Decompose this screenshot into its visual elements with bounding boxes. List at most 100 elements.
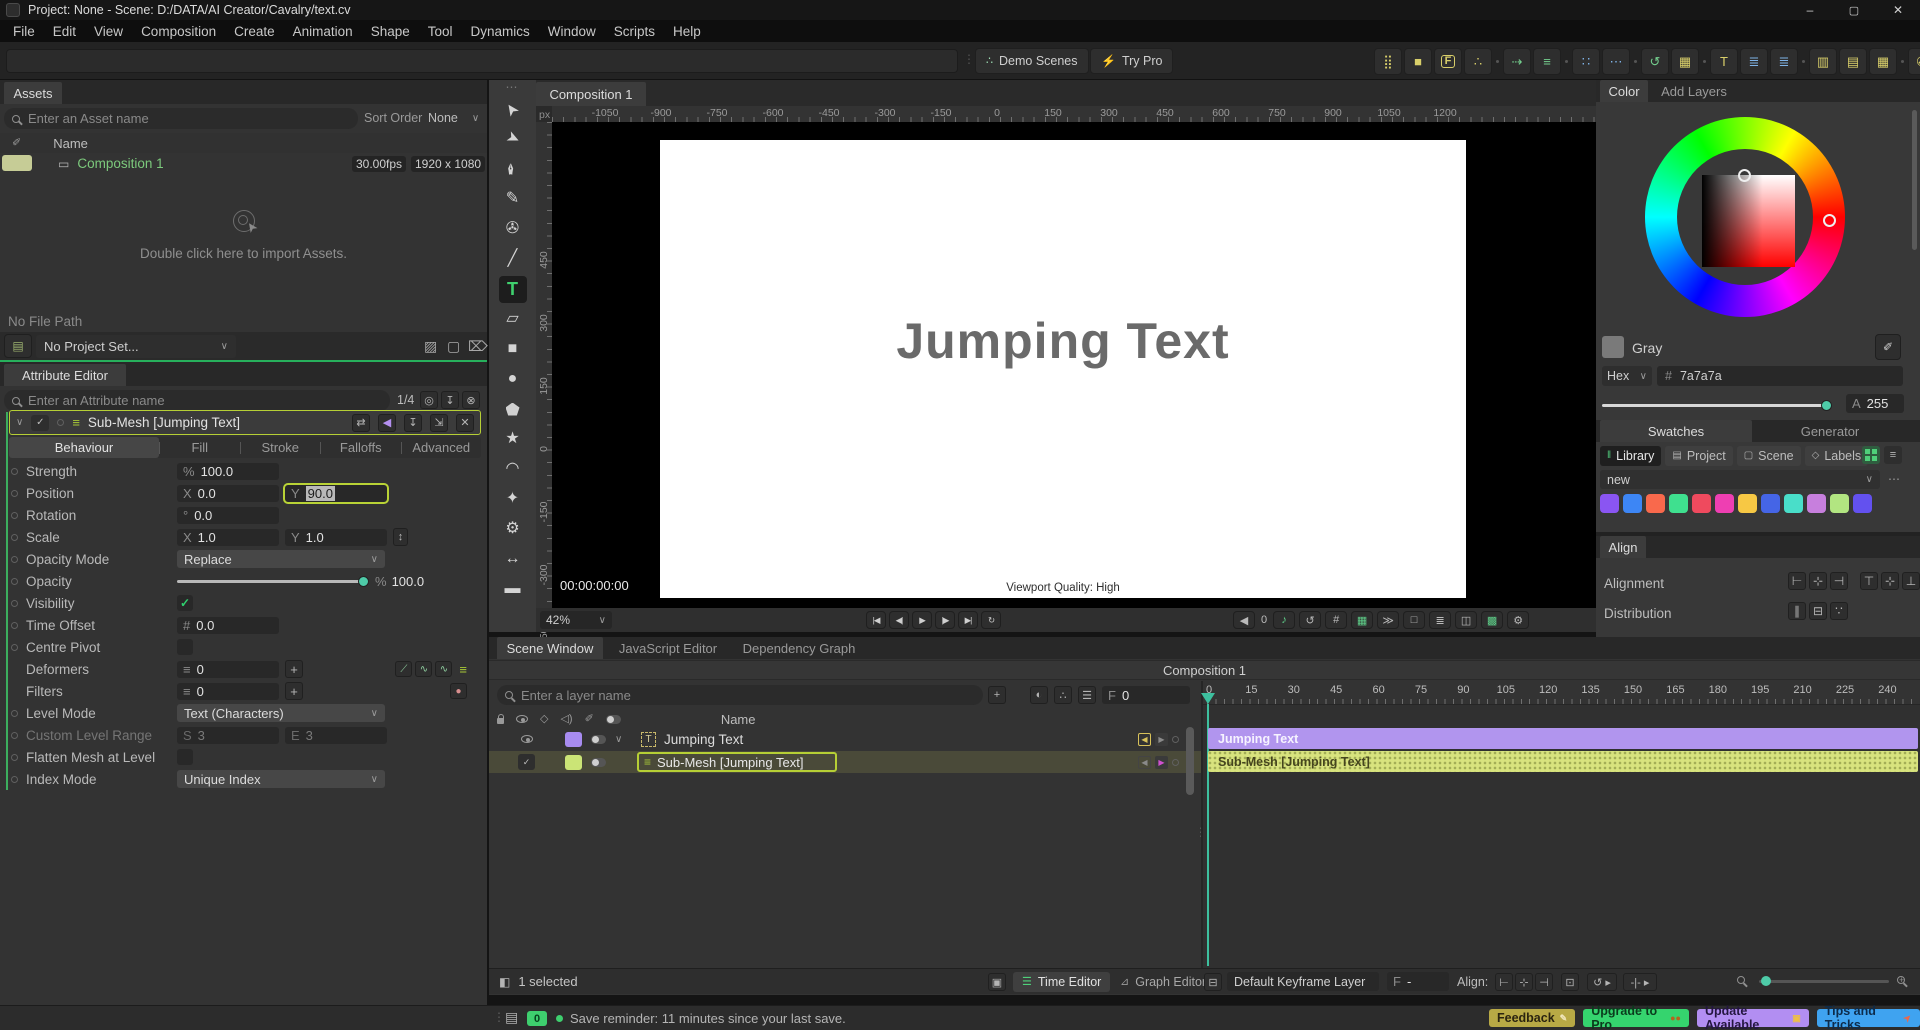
labels-button[interactable]: ◇ Labels (1804, 446, 1869, 466)
canvas-text[interactable]: Jumping Text (660, 312, 1466, 370)
tab-swatches[interactable]: Swatches (1600, 420, 1752, 442)
tab-attribute-editor[interactable]: Attribute Editor (4, 364, 126, 386)
swatch-chip-5[interactable] (1715, 494, 1734, 513)
enabled-check-icon[interactable]: ✓ (31, 414, 50, 431)
sparkle-tool[interactable]: ✦ (489, 484, 536, 514)
keyframe-dot-icon[interactable] (11, 753, 18, 761)
keyframe-dot-icon[interactable] (11, 489, 18, 497)
refresh-icon[interactable]: ↺ (1299, 611, 1322, 629)
step-forward-button[interactable]: |▶ (935, 611, 955, 629)
display-icon[interactable]: ▢ (447, 339, 460, 353)
menu-view[interactable]: View (85, 20, 132, 42)
menu-window[interactable]: Window (539, 20, 605, 42)
value-field[interactable]: X 1.0 (177, 528, 279, 546)
connections-icon[interactable]: ⇄ (352, 413, 370, 432)
hex-value-field[interactable]: # 7a7a7a (1657, 366, 1903, 386)
keyframe-dot-icon[interactable] (11, 643, 18, 651)
project-button[interactable]: ▤ Project (1665, 446, 1733, 466)
skip-end-button[interactable]: ▶| (958, 611, 978, 629)
swatch-chip-7[interactable] (1761, 494, 1780, 513)
alpha-slider-knob[interactable] (1821, 400, 1832, 411)
expand-icon[interactable]: ⇲ (430, 413, 448, 432)
menu-shape[interactable]: Shape (362, 20, 419, 42)
keyframe-dot-icon[interactable] (11, 577, 18, 585)
skip-start-button[interactable]: |◀ (866, 611, 886, 629)
menu-create[interactable]: Create (225, 20, 284, 42)
star-tool[interactable]: ★ (489, 424, 536, 454)
play-button[interactable]: ▶ (912, 611, 932, 629)
keyframe-menu-icon[interactable]: -|- ▸ (1623, 973, 1657, 991)
stagger-icon[interactable]: ≣ (1740, 47, 1768, 75)
direct-select-tool[interactable]: ➤ (489, 124, 536, 154)
swatch-chip-9[interactable] (1807, 494, 1826, 513)
text-tool[interactable]: T (489, 274, 536, 304)
eyedropper-button[interactable]: ✐ (1875, 334, 1901, 360)
snap-center-icon[interactable]: ⊹ (1515, 973, 1533, 991)
timeline-tracks[interactable]: 0 15 30 45 60 75 90 105 120 135 150 165 180 195 210 225… (1201, 681, 1920, 968)
update-available-button[interactable]: Update Available ▣ (1696, 1004, 1809, 1030)
track-bar[interactable]: Jumping Text (1208, 728, 1918, 749)
collapse-chevron-icon[interactable]: ∨ (16, 417, 23, 428)
value-field[interactable]: E3 (285, 726, 387, 744)
loop-button[interactable]: ↻ (981, 611, 1001, 629)
swatch-chip-4[interactable] (1692, 494, 1711, 513)
pen-tool[interactable]: ✒ (489, 154, 536, 184)
snap-right-icon[interactable]: ⊣ (1535, 973, 1553, 991)
close-button[interactable]: ✕ (1876, 0, 1920, 20)
attr-tab-behaviour[interactable]: Behaviour (9, 437, 159, 458)
add-button[interactable]: + (285, 660, 303, 678)
clear-search-icon[interactable]: ⊗ (462, 391, 480, 409)
zoom-in-icon[interactable]: + (1897, 975, 1905, 985)
keyframe-layer-field[interactable]: Default Keyframe Layer (1227, 972, 1379, 991)
layer-enabled-icon[interactable]: ✓ (518, 754, 535, 770)
dropdown[interactable]: Replace ∨ (177, 550, 385, 568)
attr-tab-advanced[interactable]: Advanced (402, 437, 482, 458)
layer-toggle-icon[interactable] (591, 734, 606, 744)
layer-row[interactable]: ∨ T Jumping Text ◀ ▶ (489, 728, 1201, 750)
layer-visible-icon[interactable] (521, 735, 533, 743)
keyframe-dot-icon[interactable] (11, 467, 18, 475)
layer-name-cell[interactable]: ≡ Sub-Mesh [Jumping Text] (637, 752, 837, 772)
duplicator-icon[interactable]: ∷ (1572, 47, 1600, 75)
swatch-grid-view-button[interactable] (1862, 446, 1880, 464)
viewport-settings-icon[interactable]: ⚙ (1507, 611, 1530, 629)
grid-icon[interactable]: # (1325, 611, 1348, 629)
add-button[interactable]: + (285, 682, 303, 700)
pin-icon[interactable]: ↧ (404, 413, 422, 432)
tab-dependency-graph[interactable]: Dependency Graph (733, 637, 865, 659)
value-field[interactable]: Y 1.0 (285, 528, 387, 546)
library-button[interactable]: ‖ Library (1600, 446, 1662, 466)
swatch-chip-1[interactable] (1623, 494, 1642, 513)
asset-name[interactable]: Composition 1 (77, 156, 163, 171)
zoom-level-dropdown[interactable]: 42% ∨ (540, 611, 612, 629)
arc-tool[interactable]: ◠ (489, 454, 536, 484)
record-icon[interactable]: ● (450, 683, 467, 699)
frame-field[interactable]: F 0 (1102, 686, 1190, 704)
render-column-icon[interactable]: ◇ (540, 713, 548, 725)
project-folder-button[interactable]: ▤ (4, 334, 32, 358)
ease-curve-icon[interactable]: ∿ (415, 661, 433, 677)
next-keyframe-icon[interactable]: ▶ (1155, 732, 1168, 746)
submesh-header[interactable]: ∨ ✓ ≡ Sub-Mesh [Jumping Text] ⇄ ◀ ↧ ⇲ ✕ (9, 410, 481, 435)
tab-generator[interactable]: Generator (1754, 420, 1906, 442)
time-editor-button[interactable]: ☰ Time Editor (1013, 972, 1111, 992)
attr-tab-stroke[interactable]: Stroke (241, 437, 321, 458)
swatch-group-menu-icon[interactable]: ⋯ (1888, 472, 1900, 486)
keyframe-dot-icon[interactable] (11, 709, 18, 717)
filmstrip-icon[interactable]: ▦ (1671, 47, 1699, 75)
connector-tool[interactable]: ↔ (489, 544, 536, 574)
picker-column-icon[interactable]: ✐ (585, 713, 594, 725)
camera-tool[interactable]: ✇ (489, 214, 536, 244)
onion-skin-icon[interactable]: ◐ (1030, 686, 1048, 704)
asset-color-chip[interactable] (2, 155, 32, 171)
ease-menu-icon[interactable]: ↺ ▸ (1587, 973, 1617, 991)
dropdown[interactable]: Text (Characters) ∨ (177, 704, 385, 722)
distribute-v-button[interactable]: ⊟ (1809, 602, 1827, 620)
menu-tool[interactable]: Tool (419, 20, 462, 42)
keyframe-dot-icon[interactable] (11, 555, 18, 563)
toolbar-drag-handle[interactable]: ⋮ (963, 52, 975, 66)
keyframe-dot-icon[interactable] (11, 599, 18, 607)
asset-search[interactable] (4, 108, 358, 129)
delete-icon[interactable]: ⌦ (468, 339, 488, 353)
menu-scripts[interactable]: Scripts (605, 20, 664, 42)
